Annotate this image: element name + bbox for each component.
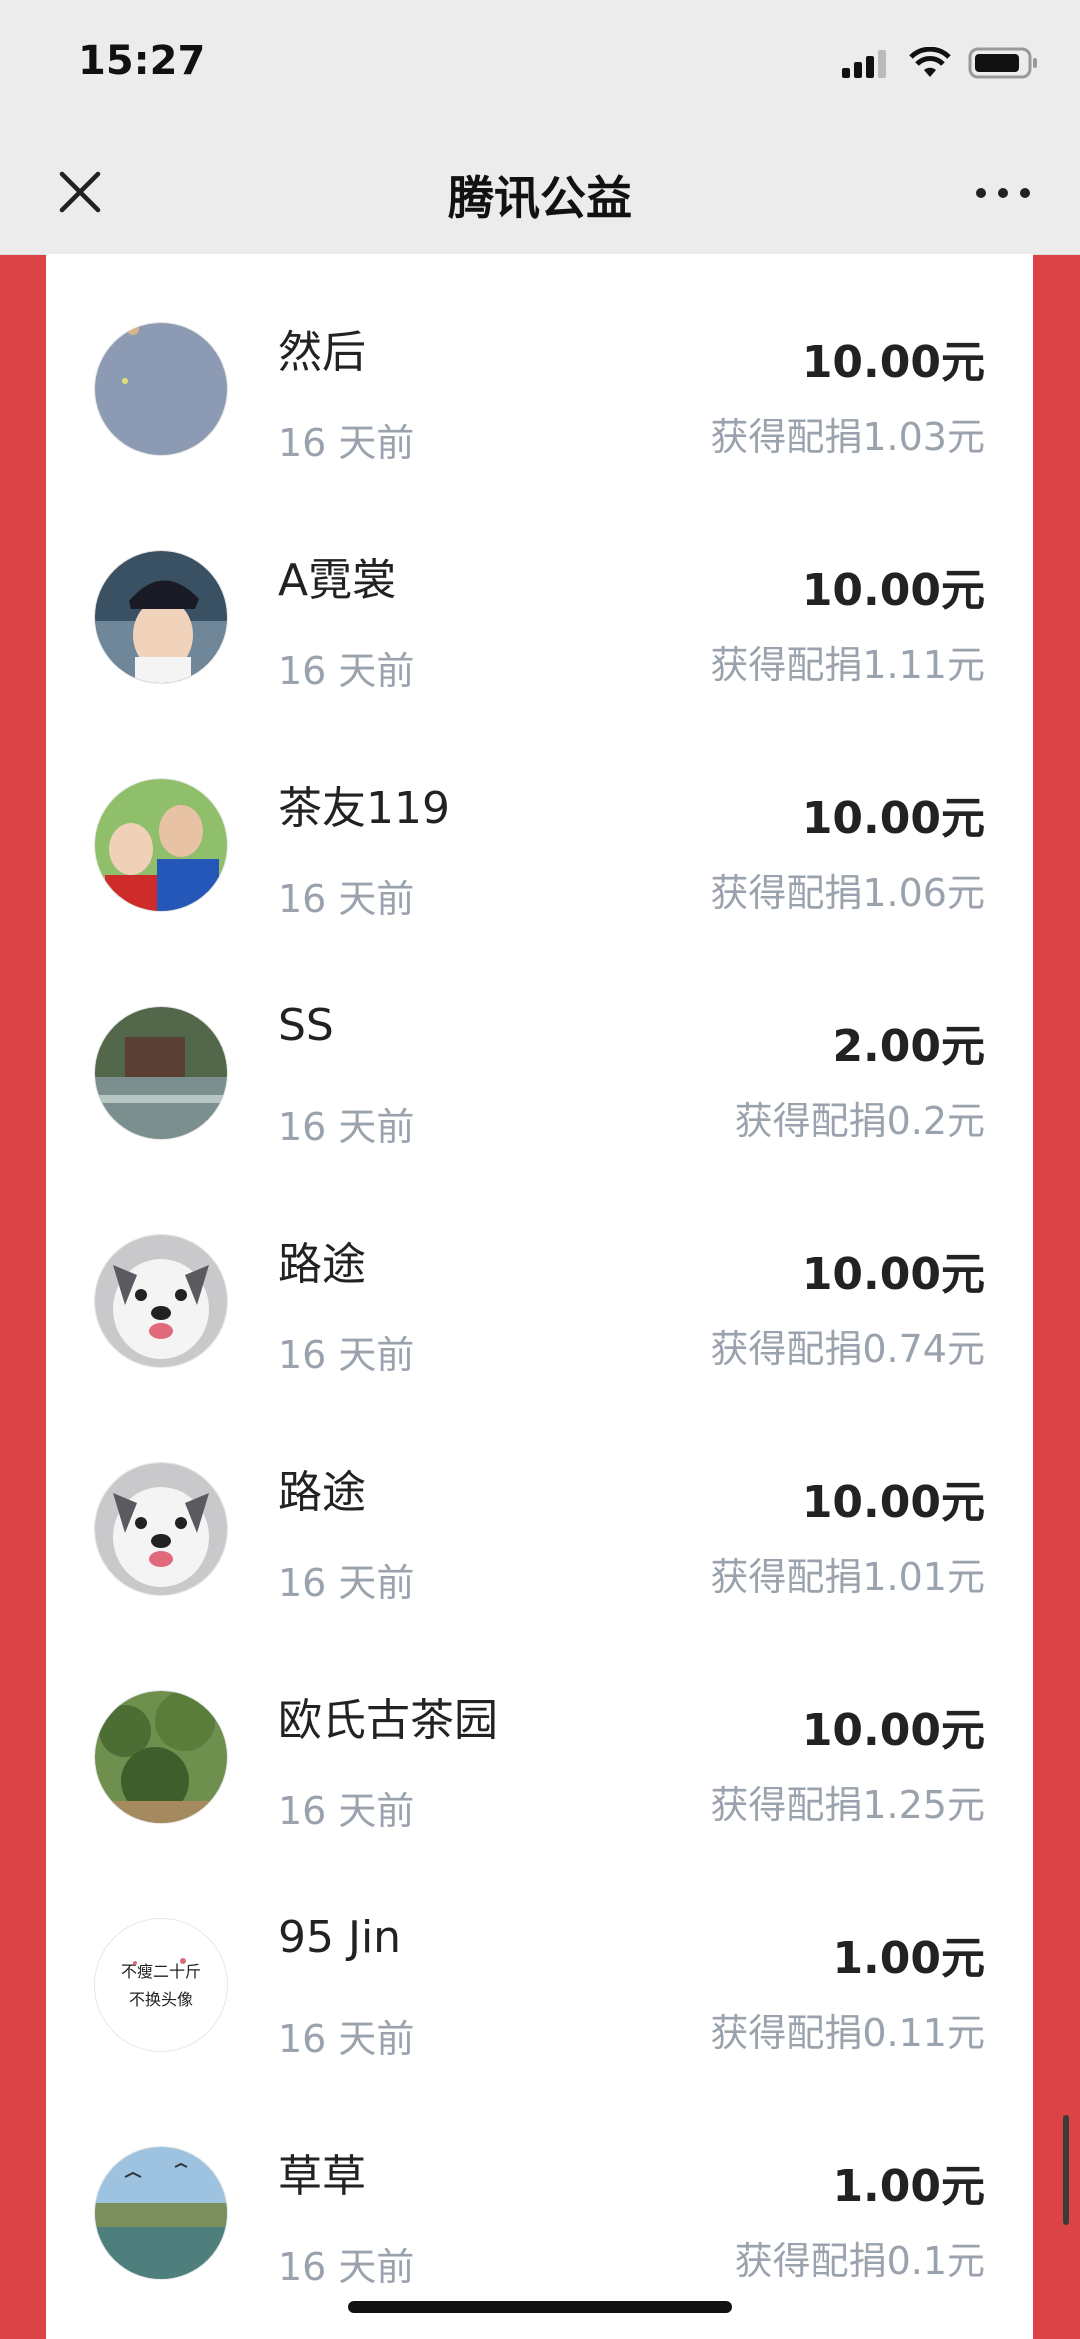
donation-amount: 10.00元 [801,337,985,388]
matched-amount: 获得配捐0.74元 [710,1327,985,1371]
list-item[interactable]: SS 16 天前 2.00元 获得配捐0.2元 [46,938,1033,1166]
list-item[interactable]: 不瘦二十斤 不换头像 95 Jin 16 天前 1.00元 获得配捐0.11元 [46,1850,1033,2078]
list-item[interactable]: 茶友119 16 天前 10.00元 获得配捐1.06元 [46,710,1033,938]
donation-time: 16 天前 [278,2245,415,2289]
donation-amount: 1.00元 [832,2161,985,2212]
matched-amount: 获得配捐1.01元 [710,1555,985,1599]
donation-time: 16 天前 [278,2017,415,2061]
wifi-icon [909,47,951,77]
avatar [94,1690,228,1824]
donation-time: 16 天前 [278,649,415,693]
avatar: 不瘦二十斤 不换头像 [94,1918,228,2052]
donor-name: 路途 [278,1467,366,1518]
status-time: 15:27 [78,38,206,84]
donor-name: 草草 [278,2151,366,2202]
list-item[interactable]: A霓裳 16 天前 10.00元 获得配捐1.11元 [46,482,1033,710]
matched-amount: 获得配捐0.11元 [710,2011,985,2055]
list-item[interactable]: 然后 16 天前 10.00元 获得配捐1.03元 [46,254,1033,482]
home-indicator[interactable] [348,2301,732,2313]
donor-name: A霓裳 [278,555,397,606]
cellular-signal-icon [842,50,886,78]
scrollbar[interactable] [1063,2115,1069,2225]
avatar [94,2146,228,2280]
donation-time: 16 天前 [278,1333,415,1377]
list-item[interactable]: 路途 16 天前 10.00元 获得配捐1.01元 [46,1394,1033,1622]
list-item[interactable]: 草草 16 天前 1.00元 获得配捐0.1元 [46,2078,1033,2306]
avatar [94,1234,228,1368]
list-item[interactable]: 路途 16 天前 10.00元 获得配捐0.74元 [46,1166,1033,1394]
donor-name: 路途 [278,1239,366,1290]
donation-amount: 10.00元 [801,1249,985,1300]
donation-time: 16 天前 [278,421,415,465]
status-bar: 15:27 [0,0,1080,130]
matched-amount: 获得配捐1.06元 [710,871,985,915]
donor-name: 然后 [278,327,366,378]
donor-name: 茶友119 [278,783,450,834]
donation-amount: 10.00元 [801,565,985,616]
list-item[interactable]: 欧氏古茶园 16 天前 10.00元 获得配捐1.25元 [46,1622,1033,1850]
battery-icon [968,47,1037,79]
donation-time: 16 天前 [278,1561,415,1605]
nav-bar: 腾讯公益 [0,130,1080,255]
donation-list: 然后 16 天前 10.00元 获得配捐1.03元 A霓裳 16 天前 10.0… [46,254,1033,2339]
donor-name: 95 Jin [278,1912,402,1963]
donation-amount: 2.00元 [832,1021,985,1072]
matched-amount: 获得配捐0.1元 [734,2239,985,2283]
donation-amount: 10.00元 [801,1477,985,1528]
matched-amount: 获得配捐1.03元 [710,415,985,459]
page-title: 腾讯公益 [448,171,632,225]
avatar [94,1462,228,1596]
avatar [94,550,228,684]
more-icon[interactable] [976,188,1030,198]
avatar [94,1006,228,1140]
status-icons [842,46,1040,80]
donation-amount: 10.00元 [801,1705,985,1756]
donation-time: 16 天前 [278,1789,415,1833]
donation-amount: 10.00元 [801,793,985,844]
avatar-slogan-line1: 不瘦二十斤 [121,1962,201,1981]
matched-amount: 获得配捐1.25元 [710,1783,985,1827]
matched-amount: 获得配捐1.11元 [710,643,985,687]
donation-time: 16 天前 [278,877,415,921]
donor-name: 欧氏古茶园 [278,1695,498,1746]
donation-time: 16 天前 [278,1105,415,1149]
matched-amount: 获得配捐0.2元 [734,1099,985,1143]
avatar [94,322,228,456]
donation-amount: 1.00元 [832,1933,985,1984]
donor-name: SS [278,1000,334,1051]
avatar-slogan-line2: 不换头像 [129,1990,193,2009]
avatar [94,778,228,912]
